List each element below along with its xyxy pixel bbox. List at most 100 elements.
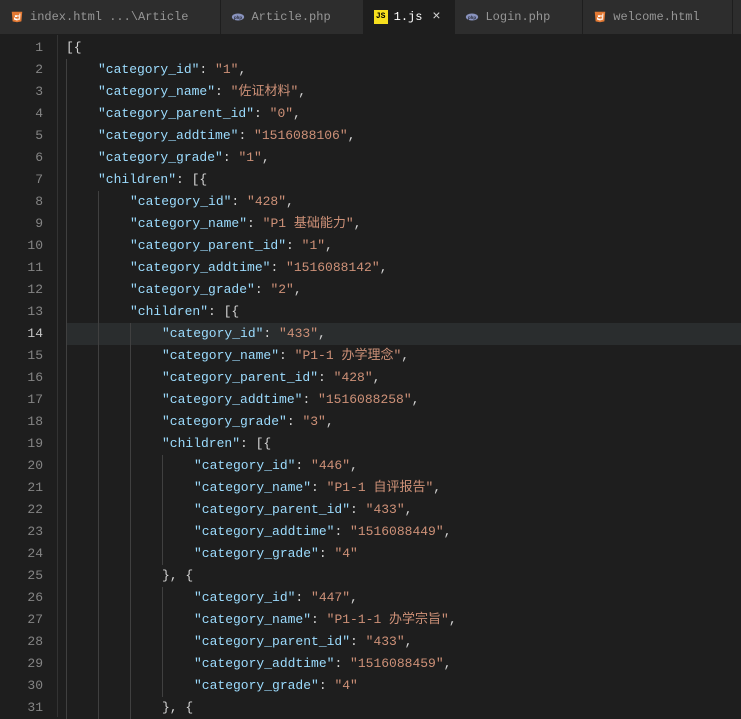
line-number: 18	[0, 411, 43, 433]
json-punct: :	[279, 348, 295, 363]
code-line[interactable]: "category_grade": "1",	[66, 147, 741, 169]
code-line[interactable]: "category_addtime": "1516088258",	[66, 389, 741, 411]
code-line[interactable]: "category_grade": "4"	[66, 675, 741, 697]
code-line[interactable]: "children": [{	[66, 301, 741, 323]
code-line[interactable]: "category_id": "446",	[66, 455, 741, 477]
json-punct: ,	[326, 414, 334, 429]
json-punct: :	[319, 546, 335, 561]
json-punct: ,	[325, 238, 333, 253]
line-number: 17	[0, 389, 43, 411]
indent-guide	[98, 543, 130, 565]
tab-welcome[interactable]: welcome.html×	[583, 0, 732, 34]
code-area[interactable]: [{"category_id": "1","category_name": "佐…	[58, 35, 741, 717]
json-string: "433"	[366, 634, 405, 649]
code-line[interactable]: "category_parent_id": "1",	[66, 235, 741, 257]
json-key: "category_name"	[130, 216, 247, 231]
line-number: 28	[0, 631, 43, 653]
json-punct: :	[311, 480, 327, 495]
indent-guide	[98, 587, 130, 609]
code-line[interactable]: "category_name": "P1-1 办学理念",	[66, 345, 741, 367]
code-line[interactable]: "category_id": "428",	[66, 191, 741, 213]
code-line[interactable]: "category_parent_id": "433",	[66, 631, 741, 653]
indent-guide	[162, 543, 194, 565]
code-line[interactable]: "category_name": "P1-1-1 办学宗旨",	[66, 609, 741, 631]
indent-guide	[66, 499, 98, 521]
code-line[interactable]: "category_id": "1",	[66, 59, 741, 81]
line-number: 4	[0, 103, 43, 125]
code-line[interactable]: [{	[66, 37, 741, 59]
indent-guide	[130, 455, 162, 477]
indent-guide	[98, 455, 130, 477]
json-key: "category_addtime"	[130, 260, 270, 275]
tab-login[interactable]: phpLogin.php×	[455, 0, 583, 34]
code-line[interactable]: "category_id": "447",	[66, 587, 741, 609]
json-key: "category_grade"	[194, 546, 319, 561]
indent-guide	[98, 213, 130, 235]
line-number: 23	[0, 521, 43, 543]
indent-guide	[98, 521, 130, 543]
indent-guide	[66, 631, 98, 653]
code-line[interactable]: "category_addtime": "1516088449",	[66, 521, 741, 543]
tab-index[interactable]: index.html ...\Article×	[0, 0, 221, 34]
code-line[interactable]: "children": [{	[66, 169, 741, 191]
json-punct: ,	[354, 216, 362, 231]
indent-guide	[162, 609, 194, 631]
tab-article[interactable]: phpArticle.php×	[221, 0, 363, 34]
json-punct: :	[318, 370, 334, 385]
code-line[interactable]: "category_addtime": "1516088106",	[66, 125, 741, 147]
code-line[interactable]: "category_addtime": "1516088142",	[66, 257, 741, 279]
indent-guide	[66, 697, 98, 719]
code-line[interactable]: "category_parent_id": "428",	[66, 367, 741, 389]
indent-guide	[66, 345, 98, 367]
indent-guide	[66, 323, 98, 345]
code-line[interactable]: "children": [{	[66, 433, 741, 455]
indent-guide	[98, 257, 130, 279]
json-punct: :	[247, 216, 263, 231]
json-key: "category_parent_id"	[162, 370, 318, 385]
json-string: "1516088459"	[350, 656, 444, 671]
code-line[interactable]: "category_name": "佐证材料",	[66, 81, 741, 103]
close-icon[interactable]: ×	[428, 9, 444, 25]
indent-guide	[66, 81, 98, 103]
json-key: "category_addtime"	[194, 656, 334, 671]
code-line[interactable]: "category_id": "433",	[66, 323, 741, 345]
code-line[interactable]: }, {	[66, 697, 741, 719]
json-key: "category_id"	[194, 458, 295, 473]
line-number: 6	[0, 147, 43, 169]
code-line[interactable]: "category_parent_id": "0",	[66, 103, 741, 125]
json-key: "category_grade"	[162, 414, 287, 429]
line-number: 31	[0, 697, 43, 719]
json-key: "category_parent_id"	[130, 238, 286, 253]
json-string: "佐证材料"	[231, 84, 299, 99]
line-number: 5	[0, 125, 43, 147]
json-punct: :	[334, 524, 350, 539]
code-line[interactable]: "category_grade": "4"	[66, 543, 741, 565]
code-line[interactable]: }, {	[66, 565, 741, 587]
code-line[interactable]: "category_name": "P1-1 自评报告",	[66, 477, 741, 499]
code-line[interactable]: "category_grade": "3",	[66, 411, 741, 433]
code-line[interactable]: "category_addtime": "1516088459",	[66, 653, 741, 675]
json-key: "category_grade"	[130, 282, 255, 297]
indent-guide	[66, 565, 98, 587]
json-punct: }, {	[162, 700, 193, 715]
tab-index[interactable]: index.h×	[733, 0, 741, 34]
json-punct: ,	[318, 326, 326, 341]
json-punct: :	[350, 502, 366, 517]
json-punct: :	[286, 238, 302, 253]
line-number: 16	[0, 367, 43, 389]
tab-1[interactable]: JS1.js×	[364, 0, 456, 34]
code-line[interactable]: "category_name": "P1 基础能力",	[66, 213, 741, 235]
code-line[interactable]: "category_grade": "2",	[66, 279, 741, 301]
json-string: "446"	[311, 458, 350, 473]
json-punct: ,	[298, 84, 306, 99]
indent-guide	[130, 631, 162, 653]
json-punct: : [{	[176, 172, 207, 187]
json-key: "category_parent_id"	[194, 502, 350, 517]
json-string: "P1 基础能力"	[263, 216, 354, 231]
indent-guide	[66, 103, 98, 125]
indent-guide	[66, 609, 98, 631]
json-punct: ,	[412, 392, 420, 407]
line-number: 9	[0, 213, 43, 235]
json-punct: :	[311, 612, 327, 627]
code-line[interactable]: "category_parent_id": "433",	[66, 499, 741, 521]
